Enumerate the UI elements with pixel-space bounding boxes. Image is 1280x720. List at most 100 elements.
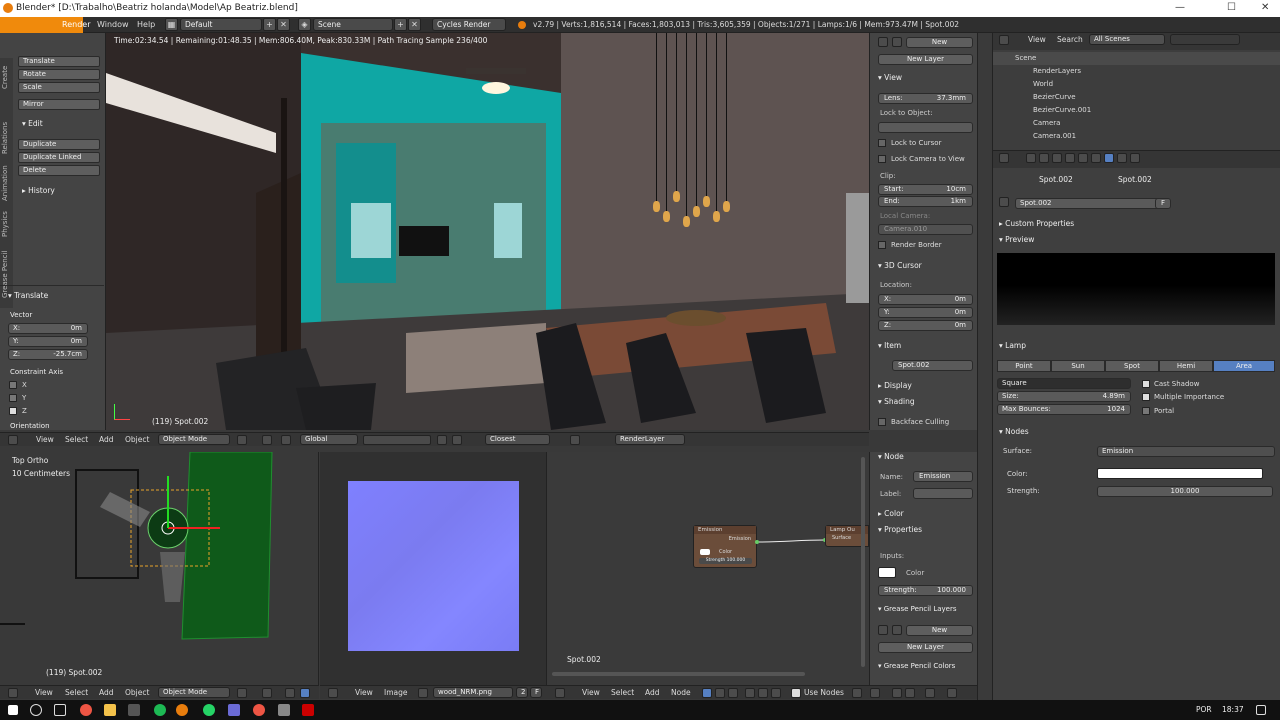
- layout-dropdown[interactable]: Default: [180, 18, 262, 31]
- new-layer-button[interactable]: New Layer: [878, 54, 973, 65]
- menu-help[interactable]: Help: [137, 20, 155, 29]
- image-menu-image[interactable]: Image: [384, 688, 408, 697]
- ortho-menu-add[interactable]: Add: [99, 688, 114, 697]
- scene-filter-dropdown[interactable]: All Scenes: [1089, 34, 1165, 45]
- nodes-header[interactable]: ▾ Nodes: [999, 427, 1029, 436]
- clip-end-field[interactable]: End: 1km: [878, 196, 973, 207]
- add-layout-icon[interactable]: +: [263, 18, 276, 31]
- world-tab-icon[interactable]: [1065, 153, 1075, 163]
- node-editor[interactable]: Emission Emission Color Strength 100.000…: [547, 452, 869, 685]
- maximize-button[interactable]: ☐: [1227, 2, 1236, 13]
- ortho-mode-dropdown[interactable]: Object Mode: [158, 687, 230, 698]
- strength-field[interactable]: 100.000: [1097, 486, 1273, 497]
- node-texture-icon[interactable]: [715, 688, 725, 698]
- menu-add[interactable]: Add: [99, 435, 114, 444]
- ortho-editor-icon[interactable]: [8, 688, 18, 698]
- backface-checkbox[interactable]: [878, 418, 886, 426]
- manipulator-icon[interactable]: [281, 435, 291, 445]
- cast-shadow-checkbox[interactable]: [1142, 380, 1150, 388]
- outliner-row[interactable]: World: [993, 78, 1280, 91]
- duplicate-linked-button[interactable]: Duplicate Linked: [18, 152, 100, 163]
- emission-node[interactable]: Emission Emission Color Strength 100.000: [693, 525, 757, 568]
- ortho-translate-icon[interactable]: [300, 688, 310, 698]
- menu-view[interactable]: View: [36, 435, 54, 444]
- lamp-type-area[interactable]: Area: [1213, 360, 1275, 372]
- spotify-icon[interactable]: [154, 704, 166, 716]
- scene-dropdown[interactable]: Scene: [313, 18, 393, 31]
- app-icon[interactable]: [128, 704, 140, 716]
- scene-icon[interactable]: ◈: [298, 18, 311, 31]
- new-button[interactable]: New: [906, 37, 973, 48]
- node-header[interactable]: ▾ Node: [878, 452, 904, 461]
- surface-dropdown[interactable]: Emission: [1097, 446, 1275, 457]
- node-vscroll[interactable]: [861, 457, 865, 667]
- whatsapp-icon[interactable]: [203, 704, 215, 716]
- tab-animation[interactable]: Animation: [1, 161, 12, 205]
- custom-props-header[interactable]: ▸ Custom Properties: [999, 219, 1074, 228]
- node-menu-add[interactable]: Add: [645, 688, 660, 697]
- item-header[interactable]: ▾ Item: [878, 341, 901, 350]
- shading-header[interactable]: ▾ Shading: [878, 397, 915, 406]
- constraint-z-checkbox[interactable]: [9, 407, 17, 415]
- outliner-row[interactable]: BezierCurve.001: [993, 104, 1280, 117]
- app3-icon[interactable]: [278, 704, 290, 716]
- lamp-type-point[interactable]: Point: [997, 360, 1051, 372]
- layers-tab-icon[interactable]: [1039, 153, 1049, 163]
- render-tab-icon[interactable]: [1026, 153, 1036, 163]
- node-strength-field[interactable]: Strength 100.000: [699, 558, 752, 564]
- lock-cursor-checkbox[interactable]: [878, 139, 886, 147]
- node-shader-icon[interactable]: [702, 688, 712, 698]
- node-menu-view[interactable]: View: [582, 688, 600, 697]
- render-layer-dropdown[interactable]: RenderLayer: [615, 434, 685, 445]
- menu-object[interactable]: Object: [125, 435, 149, 444]
- snap-dropdown[interactable]: Closest: [485, 434, 550, 445]
- lamp-type-sun[interactable]: Sun: [1051, 360, 1105, 372]
- proportional-icon[interactable]: [437, 435, 447, 445]
- fake-user-button[interactable]: F: [1155, 198, 1171, 209]
- constraint-y-checkbox[interactable]: [9, 394, 17, 402]
- node-linestyle-icon[interactable]: [771, 688, 781, 698]
- mode-dropdown[interactable]: Object Mode: [158, 434, 230, 445]
- node-misc-icon[interactable]: [947, 688, 957, 698]
- render-icon[interactable]: [570, 435, 580, 445]
- mirror-button[interactable]: Mirror: [18, 99, 100, 110]
- texture-tab-icon[interactable]: [1117, 153, 1127, 163]
- node-hscroll[interactable]: [552, 672, 805, 676]
- outliner-editor-icon[interactable]: [999, 35, 1009, 45]
- gp-new-button[interactable]: New: [906, 625, 973, 636]
- ortho-manipulator-icon[interactable]: [285, 688, 295, 698]
- chrome-icon[interactable]: [80, 704, 92, 716]
- notification-icon[interactable]: [1256, 705, 1266, 715]
- layers-grid[interactable]: [363, 435, 431, 445]
- tab-create[interactable]: Create: [1, 60, 12, 94]
- image-browse-icon[interactable]: [418, 688, 428, 698]
- outliner-row[interactable]: Camera.001: [993, 130, 1280, 143]
- history-header[interactable]: ▸ History: [22, 186, 55, 195]
- node-color-swatch[interactable]: [700, 549, 710, 555]
- cursor-header[interactable]: ▾ 3D Cursor: [878, 261, 922, 270]
- 3d-viewport[interactable]: Time:02:34.54 | Remaining:01:48.35 | Mem…: [106, 33, 869, 430]
- search-input[interactable]: [1170, 34, 1240, 45]
- clip-start-field[interactable]: Start: 10cm: [878, 184, 973, 195]
- outliner-menu-view[interactable]: View: [1028, 35, 1046, 44]
- image-menu-view[interactable]: View: [355, 688, 373, 697]
- edit-header[interactable]: ▾ Edit: [22, 119, 43, 128]
- constraint-x-checkbox[interactable]: [9, 381, 17, 389]
- node-object-icon[interactable]: [745, 688, 755, 698]
- gp-add-icon[interactable]: [892, 625, 902, 635]
- duplicate-button[interactable]: Duplicate: [18, 139, 100, 150]
- chrome2-icon[interactable]: [253, 704, 265, 716]
- tab-physics[interactable]: Physics: [1, 208, 12, 240]
- node-menu-select[interactable]: Select: [611, 688, 634, 697]
- lamp-header[interactable]: ▾ Lamp: [999, 341, 1026, 350]
- scale-button[interactable]: Scale: [18, 82, 100, 93]
- lamp-tab-icon[interactable]: [1104, 153, 1114, 163]
- local-camera-field[interactable]: Camera.010: [878, 224, 973, 235]
- portal-checkbox[interactable]: [1142, 407, 1150, 415]
- pivot-icon[interactable]: [262, 435, 272, 445]
- input-strength-field[interactable]: Strength: 100.000: [878, 585, 973, 596]
- minimize-button[interactable]: —: [1175, 2, 1185, 13]
- display-header[interactable]: ▸ Display: [878, 381, 912, 390]
- shading-icon[interactable]: [237, 435, 247, 445]
- app2-icon[interactable]: [228, 704, 240, 716]
